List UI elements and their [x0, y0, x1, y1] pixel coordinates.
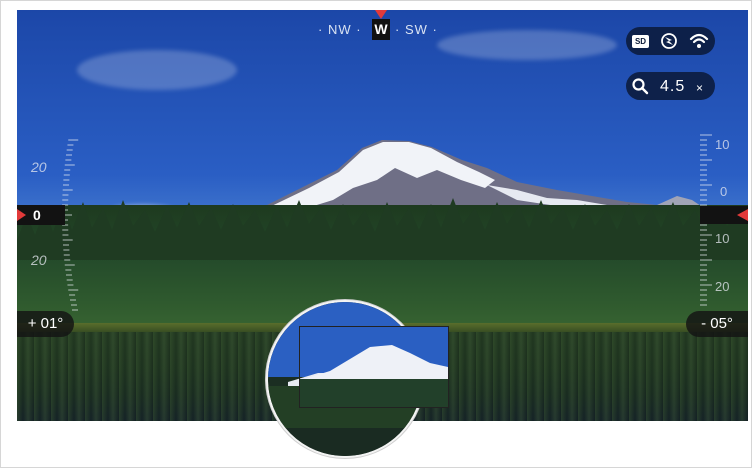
sd-card-icon: SD — [632, 35, 649, 48]
zoom-value: 4.5 — [660, 78, 686, 95]
heading-label: W — [374, 21, 388, 37]
tree-line — [17, 198, 748, 260]
wifi-icon — [689, 33, 709, 48]
right-scale-bottom-label: 20 — [715, 279, 730, 294]
zoom-unit: × — [696, 81, 704, 95]
compass-label-sw: · SW · — [395, 22, 438, 37]
right-scale-lower-label: 10 — [715, 231, 730, 246]
right-scale-middle-label: 0 — [720, 184, 728, 199]
right-level-marker-icon — [737, 209, 748, 221]
cant-left-readout: + 01° — [17, 311, 74, 337]
left-level-marker-icon — [17, 209, 26, 221]
left-level-value: 0 — [33, 207, 41, 223]
right-scale-top-label: 10 — [715, 137, 730, 152]
magnifier-icon — [632, 78, 649, 95]
pip-rect-image — [300, 327, 448, 407]
cant-right-readout: - 05° — [686, 311, 748, 337]
heading-marker-icon — [375, 10, 387, 19]
pip-zoom-window[interactable] — [299, 326, 449, 408]
compass-icon — [661, 33, 677, 49]
compass-label-nw: · NW · — [318, 22, 362, 37]
left-scale-upper-label: 20 — [31, 159, 47, 175]
left-scale-lower-label: 20 — [31, 252, 47, 268]
